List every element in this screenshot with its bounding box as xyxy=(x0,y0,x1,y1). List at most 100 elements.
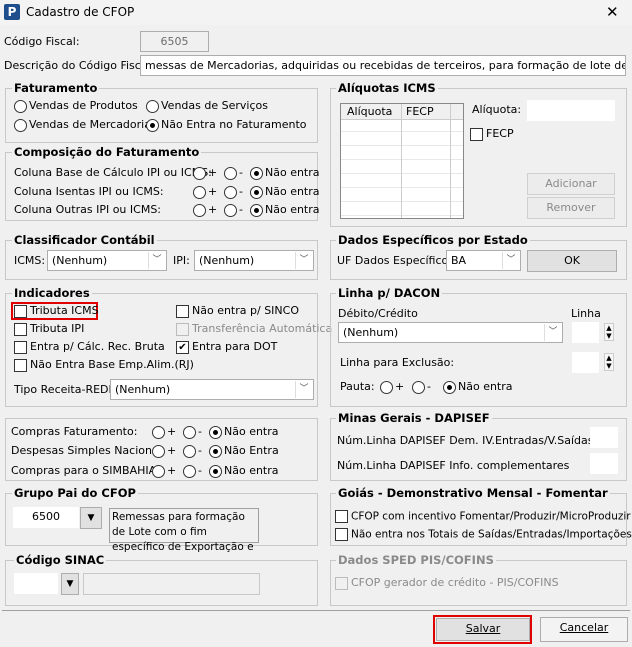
debito-credito-label: Débito/Crédito xyxy=(338,307,418,320)
radio-icon xyxy=(193,166,206,180)
radio-pauta-plus[interactable]: + xyxy=(380,380,404,394)
radio-nao-entra-faturamento[interactable]: Não Entra no Faturamento xyxy=(146,118,307,132)
aliquotas-table[interactable]: Alíquota FECP xyxy=(340,103,464,219)
compras-row-radio-nao-entra[interactable]: Não entra xyxy=(209,425,279,439)
radio-selected-icon xyxy=(250,166,263,180)
ok-button[interactable]: OK xyxy=(527,250,617,272)
chevron-down-icon: ﹀ xyxy=(148,252,165,269)
checkbox-nao-entra-sinco[interactable]: Não entra p/ SINCO xyxy=(176,304,299,318)
ipi-select[interactable]: (Nenhum) ﹀ xyxy=(194,250,314,271)
radio-icon xyxy=(412,380,425,394)
checkbox-nao-entra-base[interactable]: Não Entra Base Emp.Alim.(RJ) xyxy=(14,358,194,372)
checkmark-icon: ✔ xyxy=(176,340,189,354)
radio-selected-icon xyxy=(443,380,456,394)
column-header-fecp[interactable]: FECP xyxy=(401,104,434,218)
triangle-down-icon: ▼ xyxy=(87,513,95,523)
radio-icon xyxy=(152,464,165,478)
linha-spin-button[interactable]: ▲ ▼ xyxy=(604,323,614,341)
column-divider xyxy=(450,104,451,218)
radio-icon xyxy=(193,203,206,217)
checkbox-icon xyxy=(14,358,27,372)
compras-row-radio-nao-entra[interactable]: Não Entra xyxy=(209,444,279,458)
compras-row-radio-minus[interactable]: - xyxy=(183,464,202,478)
radio-icon xyxy=(14,99,27,113)
descricao-input[interactable]: messas de Mercadorias, adquiridas ou rec… xyxy=(140,55,626,76)
composicao-row-radio-minus[interactable]: - xyxy=(224,185,243,199)
composicao-row-label: Coluna Outras IPI ou ICMS: xyxy=(14,203,162,216)
checkbox-gerador-credito: CFOP gerador de crédito - PIS/COFINS xyxy=(335,576,559,590)
compras-row-radio-plus[interactable]: + xyxy=(152,444,176,458)
checkbox-nao-entra-totais[interactable]: Não entra nos Totais de Saídas/Entradas/… xyxy=(335,528,632,541)
compras-row-radio-minus[interactable]: - xyxy=(183,425,202,439)
uf-select[interactable]: BA ﹀ xyxy=(446,250,521,271)
pauta-label: Pauta: xyxy=(340,380,375,393)
composicao-row-radio-plus[interactable]: + xyxy=(193,185,217,199)
grupo-pai-input[interactable]: 6500 xyxy=(13,507,79,528)
close-icon[interactable]: ✕ xyxy=(606,3,619,21)
adicionar-button[interactable]: Adicionar xyxy=(527,173,615,195)
composicao-row-radio-nao-entra[interactable]: Não entra xyxy=(250,203,320,217)
checkbox-fomentar[interactable]: CFOP com incentivo Fomentar/Produzir/Mic… xyxy=(335,510,631,523)
sinac-input[interactable] xyxy=(14,573,58,594)
compras-row-radio-plus[interactable]: + xyxy=(152,464,176,478)
compras-row-label: Compras para o SIMBAHIA: xyxy=(11,464,160,477)
composicao-title: Composição do Faturamento xyxy=(12,145,202,159)
checkbox-fecp[interactable]: FECP xyxy=(470,127,514,141)
radio-vendas-mercadorias[interactable]: Vendas de Mercadorias xyxy=(14,118,157,132)
radio-vendas-produtos[interactable]: Vendas de Produtos xyxy=(14,99,138,113)
compras-row-radio-minus[interactable]: - xyxy=(183,444,202,458)
arrow-up-icon: ▲ xyxy=(606,324,612,332)
faturamento-title: Faturamento xyxy=(12,81,100,95)
composicao-row-radio-nao-entra[interactable]: Não entra xyxy=(250,185,320,199)
composicao-row-radio-plus[interactable]: + xyxy=(193,203,217,217)
dados-estado-title: Dados Específicos por Estado xyxy=(336,233,530,247)
checkbox-tributa-icms[interactable]: Tributa ICMS xyxy=(14,304,99,318)
linha-exclusao-spin-button[interactable]: ▲ ▼ xyxy=(604,353,614,371)
chevron-down-icon: ﹀ xyxy=(295,252,312,269)
uf-label: UF Dados Específicos: xyxy=(337,254,458,267)
linha-input[interactable] xyxy=(572,322,599,343)
aliquota-label: Alíquota: xyxy=(472,103,522,116)
dapisef-row1-label: Núm.Linha DAPISEF Dem. IV.Entradas/V.Saí… xyxy=(337,434,594,447)
tipo-receita-select[interactable]: (Nenhum) ﹀ xyxy=(110,379,314,400)
composicao-row-radio-minus[interactable]: - xyxy=(224,203,243,217)
column-header-aliquota[interactable]: Alíquota xyxy=(347,105,392,118)
dapisef-row1-input[interactable] xyxy=(590,427,618,448)
dacon-title: Linha p/ DACON xyxy=(336,286,443,300)
radio-icon xyxy=(14,118,27,132)
dapisef-row2-label: Núm.Linha DAPISEF Info. complementares xyxy=(337,459,570,472)
cancelar-button[interactable]: Cancelar xyxy=(540,617,628,642)
compras-row-radio-plus[interactable]: + xyxy=(152,425,176,439)
checkbox-tributa-ipi[interactable]: Tributa IPI xyxy=(14,322,84,336)
radio-icon xyxy=(224,185,237,199)
sinac-dropdown-button[interactable]: ▼ xyxy=(61,573,79,595)
checkbox-entra-dot[interactable]: ✔ Entra para DOT xyxy=(176,340,277,354)
checkbox-entra-calc-rec-bruta[interactable]: Entra p/ Cálc. Rec. Bruta xyxy=(14,340,165,354)
icms-select[interactable]: (Nenhum) ﹀ xyxy=(47,250,167,271)
codigo-fiscal-input[interactable]: 6505 xyxy=(140,31,209,52)
radio-pauta-minus[interactable]: - xyxy=(412,380,431,394)
descricao-label: Descrição do Código Fiscal: xyxy=(4,59,155,72)
radio-selected-icon xyxy=(209,425,222,439)
radio-pauta-nao-entra[interactable]: Não entra xyxy=(443,380,513,394)
grupo-pai-description: Remessas para formação de Lote com o fim… xyxy=(109,508,259,553)
aliquota-input[interactable] xyxy=(527,100,615,121)
radio-vendas-servicos[interactable]: Vendas de Serviços xyxy=(146,99,268,113)
linha-exclusao-input[interactable] xyxy=(572,352,599,373)
sinac-title: Código SINAC xyxy=(14,553,107,567)
classificador-title: Classificador Contábil xyxy=(12,233,157,247)
sinac-description xyxy=(83,573,260,595)
highlight-box xyxy=(433,615,532,644)
grupo-pai-title: Grupo Pai do CFOP xyxy=(12,486,138,500)
composicao-row-radio-minus[interactable]: - xyxy=(224,166,243,180)
debito-credito-select[interactable]: (Nenhum) ﹀ xyxy=(338,322,563,343)
goias-title: Goiás - Demonstrativo Mensal - Fomentar xyxy=(336,486,610,500)
dapisef-row2-input[interactable] xyxy=(590,453,618,474)
triangle-down-icon: ▼ xyxy=(66,579,74,589)
composicao-row-radio-plus[interactable]: + xyxy=(193,166,217,180)
remover-button[interactable]: Remover xyxy=(527,197,615,219)
composicao-row-label: Coluna Isentas IPI ou ICMS: xyxy=(14,185,164,198)
composicao-row-radio-nao-entra[interactable]: Não entra xyxy=(250,166,320,180)
compras-row-radio-nao-entra[interactable]: Não entra xyxy=(209,464,279,478)
grupo-pai-dropdown-button[interactable]: ▼ xyxy=(80,507,102,529)
